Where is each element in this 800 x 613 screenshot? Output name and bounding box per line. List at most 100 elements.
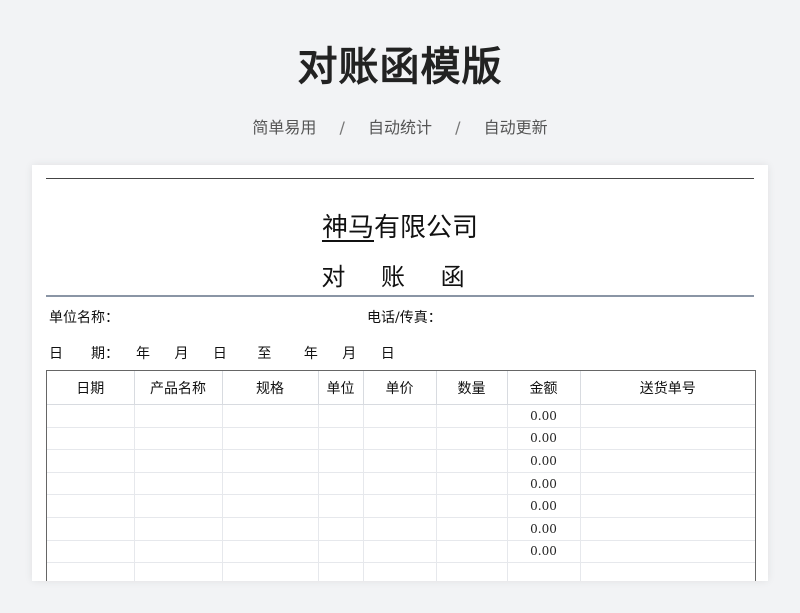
table-cell[interactable]: 0.00: [507, 449, 581, 473]
table-cell[interactable]: [318, 517, 364, 541]
table-cell[interactable]: [47, 540, 135, 564]
statement-sheet: 神马有限公司 对 账 函 单位名称： 电话/传真： 日 期： 年 月 日 至 年…: [32, 165, 768, 581]
table-cell[interactable]: [222, 517, 319, 541]
table-cell[interactable]: [580, 494, 755, 518]
date-day-to: 日: [380, 346, 395, 362]
statement-table: 日期 产品名称 规格 单位 单价 数量 金额 送货单号 0.00 0.00 0.00…: [47, 371, 755, 581]
table-cell[interactable]: [134, 449, 223, 473]
table-cell[interactable]: 0.00: [507, 427, 581, 451]
column-header-product-name: 产品名称: [134, 371, 223, 405]
table-cell[interactable]: [318, 494, 364, 518]
table-cell[interactable]: [318, 562, 364, 581]
table-cell[interactable]: [134, 404, 223, 428]
table-cell[interactable]: [363, 404, 437, 428]
column-header-amount: 金额: [507, 371, 581, 405]
table-cell[interactable]: [134, 562, 223, 581]
table-cell[interactable]: [436, 540, 508, 564]
separator: /: [455, 118, 461, 137]
table-cell[interactable]: [436, 517, 508, 541]
company-name-underlined: 神马: [321, 213, 374, 243]
table-cell[interactable]: [580, 427, 755, 451]
column-header-date: 日期: [47, 371, 135, 405]
table-cell[interactable]: 0.00: [507, 540, 581, 564]
table-cell[interactable]: [222, 540, 319, 564]
table-cell[interactable]: [318, 404, 364, 428]
table-cell[interactable]: [436, 494, 508, 518]
table-cell[interactable]: [134, 472, 223, 496]
table-cell[interactable]: [436, 472, 508, 496]
table-header-row: 日期 产品名称 规格 单位 单价 数量 金额 送货单号: [47, 371, 755, 405]
table-cell[interactable]: [363, 540, 437, 564]
table-cell[interactable]: [363, 449, 437, 473]
table-cell[interactable]: [134, 427, 223, 451]
feature-item: 自动更新: [483, 118, 548, 137]
table-cell[interactable]: [222, 449, 319, 473]
column-header-delivery-no: 送货单号: [580, 371, 755, 405]
table-cell[interactable]: [47, 562, 135, 581]
separator: /: [339, 118, 345, 137]
table-cell[interactable]: [222, 427, 319, 451]
table-cell[interactable]: [222, 404, 319, 428]
date-label: 日 期：: [49, 346, 119, 362]
date-to: 至: [257, 346, 272, 362]
column-header-unit-price: 单价: [363, 371, 437, 405]
table-cell[interactable]: [318, 427, 364, 451]
unit-name-label: 单位名称：: [49, 310, 119, 326]
document-title: 对 账 函: [321, 263, 479, 291]
table-cell[interactable]: [580, 404, 755, 428]
date-month-from: 月: [174, 346, 189, 362]
table-cell[interactable]: [134, 540, 223, 564]
column-header-spec: 规格: [222, 371, 319, 405]
feature-tagline: 简单易用 / 自动统计 / 自动更新: [0, 114, 800, 138]
table-cell[interactable]: [318, 449, 364, 473]
table-cell[interactable]: [47, 494, 135, 518]
table-cell[interactable]: [222, 494, 319, 518]
table-cell[interactable]: [47, 427, 135, 451]
header-divider: [46, 295, 754, 297]
table-row: 0.00: [47, 449, 755, 473]
table-row: 0.00: [47, 540, 755, 564]
table-cell[interactable]: [134, 494, 223, 518]
table-cell[interactable]: [507, 562, 581, 581]
table-body: 0.00 0.00 0.00 0.00 0.00 0.00 0.00: [47, 404, 755, 581]
table-cell[interactable]: [363, 517, 437, 541]
table-cell[interactable]: [436, 562, 508, 581]
table-cell[interactable]: [580, 562, 755, 581]
column-header-unit: 单位: [318, 371, 364, 405]
table-cell[interactable]: [580, 540, 755, 564]
table-cell[interactable]: [47, 472, 135, 496]
table-row: 0.00: [47, 517, 755, 541]
table-cell[interactable]: [363, 472, 437, 496]
table-row: [47, 562, 755, 581]
table-cell[interactable]: [47, 517, 135, 541]
table-cell[interactable]: [222, 472, 319, 496]
table-cell[interactable]: 0.00: [507, 472, 581, 496]
table-row: 0.00: [47, 427, 755, 451]
table-cell[interactable]: [47, 449, 135, 473]
table-cell[interactable]: 0.00: [507, 517, 581, 541]
table-cell[interactable]: [134, 517, 223, 541]
table-cell[interactable]: [363, 427, 437, 451]
feature-item: 自动统计: [367, 118, 432, 137]
phone-fax-label: 电话/传真：: [367, 310, 442, 326]
table-cell[interactable]: [318, 540, 364, 564]
table-cell[interactable]: [222, 562, 319, 581]
table-cell[interactable]: [580, 449, 755, 473]
table-cell[interactable]: [580, 472, 755, 496]
table-cell[interactable]: 0.00: [507, 494, 581, 518]
company-name-rest: 有限公司: [374, 213, 479, 243]
table-cell[interactable]: [363, 562, 437, 581]
date-day-from: 日: [212, 346, 227, 362]
table-cell[interactable]: [436, 404, 508, 428]
table-cell[interactable]: [47, 404, 135, 428]
page-title: 对账函模版: [297, 44, 503, 90]
table-row: 0.00: [47, 494, 755, 518]
table-cell[interactable]: [363, 494, 437, 518]
table-cell[interactable]: 0.00: [507, 404, 581, 428]
table-cell[interactable]: [580, 517, 755, 541]
table-cell[interactable]: [318, 472, 364, 496]
feature-item: 简单易用: [252, 118, 317, 137]
top-divider: [46, 178, 754, 179]
table-cell[interactable]: [436, 427, 508, 451]
table-cell[interactable]: [436, 449, 508, 473]
